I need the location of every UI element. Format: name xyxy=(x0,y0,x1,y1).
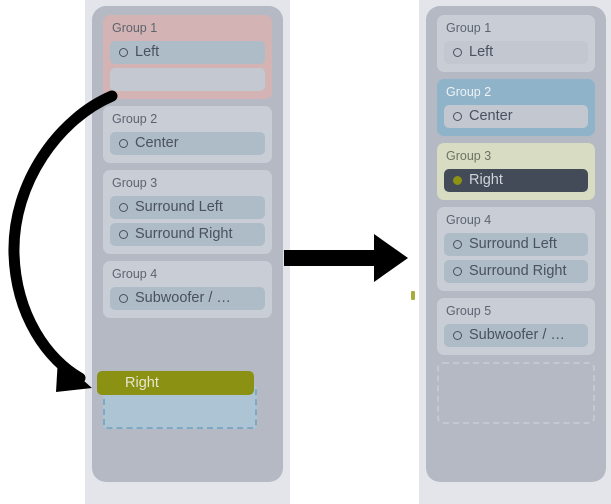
right-panel: Group 1 Left Group 2 Center Group 3 Right Grou… xyxy=(426,6,606,482)
group-card-group-3[interactable]: Group 3 Surround Left Surround Right xyxy=(103,170,272,254)
item-label: Right xyxy=(469,173,503,188)
item-surround-right[interactable]: Surround Right xyxy=(110,223,265,246)
group-title: Group 4 xyxy=(446,213,492,227)
group-title: Group 1 xyxy=(446,21,492,35)
group-card-group-2[interactable]: Group 2 Center xyxy=(437,79,595,136)
item-subwoofer[interactable]: Subwoofer / … xyxy=(444,324,588,347)
group-title: Group 4 xyxy=(112,267,158,281)
item-label: Center xyxy=(469,109,513,124)
circle-outline-icon xyxy=(453,240,462,249)
item-center[interactable]: Center xyxy=(110,132,265,155)
item-right[interactable]: Right xyxy=(444,169,588,192)
group-title: Group 1 xyxy=(112,21,158,35)
dragged-item-label: Right xyxy=(125,375,159,391)
circle-outline-icon xyxy=(119,294,128,303)
circle-outline-icon xyxy=(119,203,128,212)
item-left[interactable]: Left xyxy=(110,41,265,64)
item-label: Subwoofer / … xyxy=(469,328,565,343)
group-title: Group 3 xyxy=(112,176,158,190)
group-card-group-3[interactable]: Group 3 Right xyxy=(437,143,595,200)
circle-outline-icon xyxy=(453,112,462,121)
group-title: Group 2 xyxy=(112,112,158,126)
item-surround-right[interactable]: Surround Right xyxy=(444,260,588,283)
edge-drop-indicator xyxy=(411,291,415,300)
group-title: Group 3 xyxy=(446,149,492,163)
group-card-group-1[interactable]: Group 1 Left xyxy=(103,15,272,99)
group-card-group-4[interactable]: Group 4 Subwoofer / … xyxy=(103,261,272,318)
item-label: Surround Right xyxy=(469,264,567,279)
circle-outline-icon xyxy=(453,267,462,276)
item-left[interactable]: Left xyxy=(444,41,588,64)
right-panel-group-list[interactable]: Group 1 Left Group 2 Center Group 3 Right Grou… xyxy=(437,15,595,473)
circle-outline-icon xyxy=(119,48,128,57)
item-label: Subwoofer / … xyxy=(135,291,231,306)
dot-filled-icon xyxy=(453,176,462,185)
group-title: Group 5 xyxy=(446,304,492,318)
circle-outline-icon xyxy=(453,331,462,340)
item-surround-left[interactable]: Surround Left xyxy=(444,233,588,256)
item-center[interactable]: Center xyxy=(444,105,588,128)
item-subwoofer[interactable]: Subwoofer / … xyxy=(110,287,265,310)
group-card-group-4[interactable]: Group 4 Surround Left Surround Right xyxy=(437,207,595,291)
group-title: Group 2 xyxy=(446,85,492,99)
group-card-group-5[interactable]: Group 5 Subwoofer / … xyxy=(437,298,595,355)
item-label: Left xyxy=(469,45,494,60)
item-label: Left xyxy=(135,45,160,60)
group-card-group-1[interactable]: Group 1 Left xyxy=(437,15,595,72)
circle-outline-icon xyxy=(119,139,128,148)
item-label: Center xyxy=(135,136,179,151)
item-label: Surround Left xyxy=(469,237,557,252)
group-card-group-2[interactable]: Group 2 Center xyxy=(103,106,272,163)
transition-arrow-icon xyxy=(284,234,408,282)
circle-outline-icon xyxy=(453,48,462,57)
item-label: Surround Right xyxy=(135,227,233,242)
dragged-item-right[interactable]: Right xyxy=(97,371,254,395)
empty-group-placeholder[interactable] xyxy=(437,362,595,424)
item-label: Surround Left xyxy=(135,200,223,215)
empty-item-slot[interactable] xyxy=(110,68,265,91)
circle-outline-icon xyxy=(119,230,128,239)
item-surround-left[interactable]: Surround Left xyxy=(110,196,265,219)
